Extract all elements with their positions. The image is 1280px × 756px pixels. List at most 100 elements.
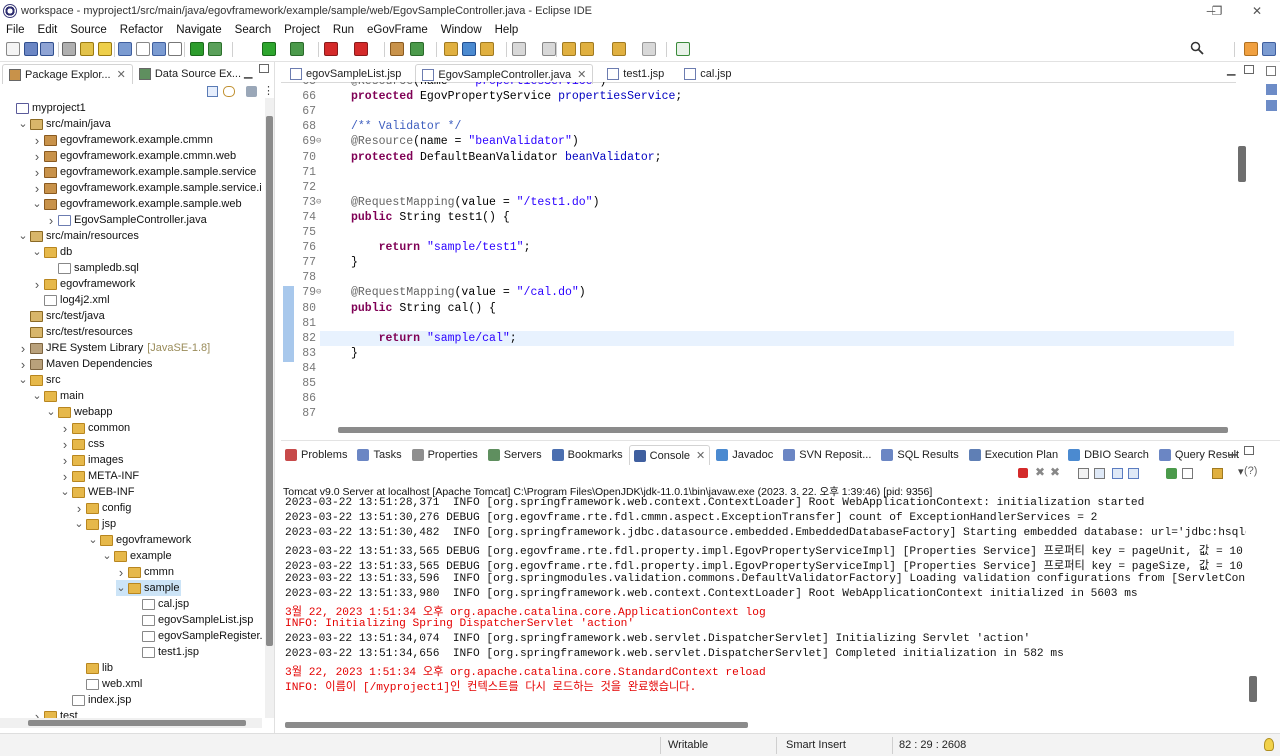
view-menu-icon[interactable]: ▾ <box>1238 465 1244 478</box>
menu-help[interactable]: Help <box>489 24 526 36</box>
menu-source[interactable]: Source <box>64 24 113 36</box>
open-perspective-icon[interactable] <box>676 42 690 56</box>
collapse-all-icon[interactable] <box>207 86 218 97</box>
tree-item[interactable]: sampledb.sql <box>46 260 139 276</box>
tree-item[interactable]: egovSampleList.jsp <box>130 612 253 628</box>
tree-item[interactable]: › cmmn <box>116 564 174 580</box>
tree-item[interactable]: src/test/java <box>18 308 105 324</box>
tree-item[interactable]: ⌄ sample <box>116 580 182 596</box>
collapsed-icon[interactable]: › <box>60 453 70 468</box>
editor-tab[interactable]: test1.jsp <box>601 64 670 84</box>
tree-item[interactable]: ⌄ src <box>18 372 60 388</box>
help-icon[interactable]: (?) <box>1244 465 1257 477</box>
link-with-editor-icon[interactable] <box>223 86 235 97</box>
print-icon[interactable] <box>62 42 76 56</box>
collapsed-icon[interactable]: › <box>32 181 42 196</box>
task-list-icon[interactable] <box>1266 100 1277 111</box>
tree-hscrollbar[interactable] <box>0 718 262 728</box>
expanded-icon[interactable]: ⌄ <box>18 231 28 242</box>
menu-refactor[interactable]: Refactor <box>114 24 170 36</box>
tab-servers[interactable]: Servers <box>484 445 546 465</box>
menu-window[interactable]: Window <box>435 24 489 36</box>
collapsed-icon[interactable]: › <box>60 469 70 484</box>
collapsed-icon[interactable]: › <box>74 501 84 516</box>
tab-dbio-search[interactable]: DBIO Search <box>1064 445 1153 465</box>
editor-tab[interactable]: EgovSampleController.java ✕ <box>415 64 594 84</box>
editor-tab[interactable]: cal.jsp <box>678 64 737 84</box>
console-scrollbar[interactable] <box>1248 496 1259 714</box>
remove-all-icon[interactable]: ✖ <box>1050 465 1060 479</box>
tab-package-explorer[interactable]: Package Explor... ✕ <box>2 64 133 84</box>
tree-item[interactable]: ⌄ main <box>32 388 83 404</box>
window-icon[interactable] <box>152 42 166 56</box>
editor-hscrollbar[interactable] <box>335 426 1230 434</box>
console-minimize-icon[interactable]: ▁ <box>1229 443 1237 456</box>
expanded-icon[interactable]: ⌄ <box>18 375 28 386</box>
editor-scrollbar[interactable] <box>1236 82 1248 424</box>
format-icon[interactable] <box>80 42 94 56</box>
tree-item[interactable]: › egovframework.example.sample.service <box>32 164 256 180</box>
menu-run[interactable]: Run <box>327 24 361 36</box>
console-output[interactable]: 2023-03-22 13:51:28,371 INFO [org.spring… <box>284 496 1246 714</box>
close-window-button[interactable]: ✕ <box>1234 0 1280 21</box>
expanded-icon[interactable]: ⌄ <box>116 583 126 594</box>
fold-toggle-icon[interactable]: ⊖ <box>316 136 321 146</box>
tree-item[interactable]: ⌄ example <box>102 548 171 564</box>
word-wrap-icon[interactable] <box>1112 468 1123 479</box>
tree-item[interactable]: ⌄ src/main/resources <box>18 228 139 244</box>
maximize-view-icon[interactable] <box>259 64 269 73</box>
menu-search[interactable]: Search <box>229 24 278 36</box>
run-icon[interactable] <box>262 42 276 56</box>
debug-icon[interactable] <box>208 42 222 56</box>
expanded-icon[interactable]: ⌄ <box>46 407 56 418</box>
tree-item[interactable]: myproject1 <box>4 100 86 116</box>
fold-toggle-icon[interactable]: ⊖ <box>316 197 321 207</box>
code-editor[interactable]: 65@Resource(name = "propertiesService")6… <box>284 82 1234 424</box>
stop-icon[interactable] <box>1018 468 1028 478</box>
tree-item[interactable]: › test <box>32 708 78 718</box>
back-icon[interactable] <box>580 42 594 56</box>
expanded-icon[interactable]: ⌄ <box>18 119 28 130</box>
console-hscrollbar[interactable] <box>283 721 1243 729</box>
tab-bookmarks[interactable]: Bookmarks <box>548 445 627 465</box>
forward-icon[interactable] <box>642 42 656 56</box>
lightbulb-icon[interactable] <box>1264 738 1274 751</box>
cursor-position-status[interactable]: 82 : 29 : 2608 <box>899 739 966 751</box>
toggle-mark-icon[interactable] <box>98 42 112 56</box>
new-package-icon[interactable] <box>390 42 404 56</box>
new-class-icon[interactable] <box>410 42 424 56</box>
tree-item[interactable]: log4j2.xml <box>32 292 110 308</box>
editor-minimize-icon[interactable]: ▁ <box>1227 63 1235 76</box>
close-tab-icon[interactable]: ✕ <box>577 68 586 81</box>
collapsed-icon[interactable]: › <box>60 421 70 436</box>
tree-item[interactable]: ⌄ egovframework <box>88 532 191 548</box>
collapsed-icon[interactable]: › <box>32 133 42 148</box>
editor-tab[interactable]: egovSampleList.jsp <box>284 64 407 84</box>
pilcrow-icon[interactable] <box>136 42 150 56</box>
console-maximize-icon[interactable] <box>1244 446 1254 455</box>
tab-svn-reposit[interactable]: SVN Reposit... <box>779 445 875 465</box>
perspective-java-ee-icon[interactable] <box>1244 42 1258 56</box>
tree-item[interactable]: ⌄ webapp <box>46 404 112 420</box>
display-console-icon[interactable] <box>1182 468 1193 479</box>
tree-scrollbar[interactable] <box>265 98 274 718</box>
external-tools-icon[interactable] <box>354 42 368 56</box>
tab-javadoc[interactable]: Javadoc <box>712 445 777 465</box>
collapsed-icon[interactable]: › <box>18 357 28 372</box>
console-toggle-icon[interactable] <box>168 42 182 56</box>
tree-item[interactable]: ⌄ db <box>32 244 72 260</box>
close-tab-icon[interactable]: ✕ <box>696 449 705 462</box>
tree-item[interactable]: › css <box>60 436 105 452</box>
tree-item[interactable]: ⌄ jsp <box>74 516 116 532</box>
tree-item[interactable]: lib <box>74 660 113 676</box>
collapsed-icon[interactable]: › <box>46 213 56 228</box>
tree-item[interactable]: › egovframework.example.cmmn.web <box>32 148 236 164</box>
save-icon[interactable] <box>24 42 38 56</box>
tree-item[interactable]: index.jsp <box>60 692 131 708</box>
collapsed-icon[interactable]: › <box>18 341 28 356</box>
scroll-lock-icon[interactable] <box>1094 468 1105 479</box>
search-tool-icon[interactable] <box>480 42 494 56</box>
view-menu-icon[interactable]: ⋮ <box>263 84 274 97</box>
show-on-output-icon[interactable] <box>1128 468 1139 479</box>
expanded-icon[interactable]: ⌄ <box>74 519 84 530</box>
